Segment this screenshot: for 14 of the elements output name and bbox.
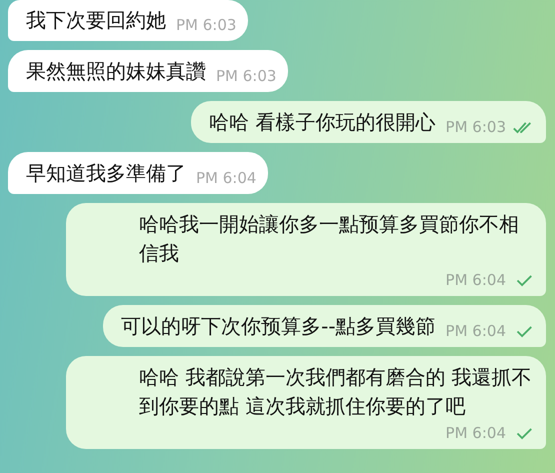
message-time: PM 6:04: [196, 168, 256, 188]
message-text: 我下次要回約她: [26, 7, 166, 34]
message-time: PM 6:03: [216, 66, 276, 86]
message-time: PM 6:04: [446, 321, 506, 341]
message-text: 哈哈 我都說第一次我們都有磨合的 我還抓不到你要的點 這次我就抓住你要的了吧: [139, 364, 533, 420]
message-time: PM 6:04: [446, 270, 506, 290]
message-text: 早知道我多準備了: [26, 160, 186, 187]
message-text: 哈哈我一開始讓你多一點预算多買節你不相信我: [139, 211, 520, 267]
message-time: PM 6:04: [446, 423, 506, 443]
message-time: PM 6:03: [176, 15, 236, 35]
message-text: 哈哈 看樣子你玩的很開心: [209, 109, 436, 136]
message-text: 可以的呀下次你预算多--點多買幾節: [121, 313, 436, 340]
message-text: 果然無照的妹妹真讚: [26, 58, 206, 85]
message-time: PM 6:03: [446, 117, 506, 137]
